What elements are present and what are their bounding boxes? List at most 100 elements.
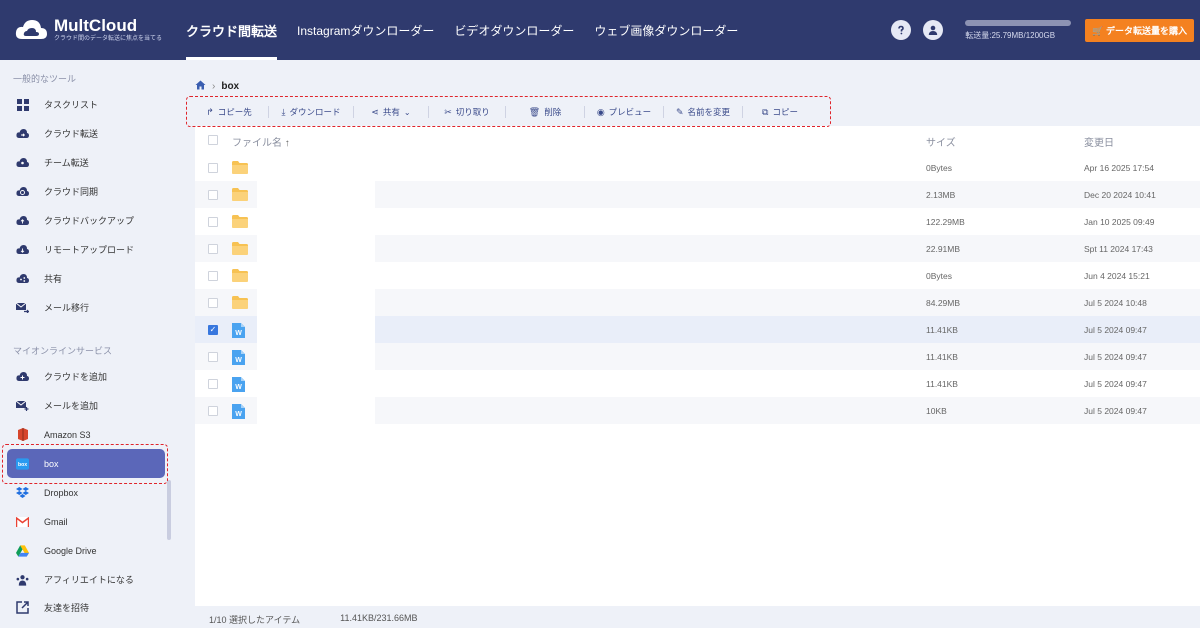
- column-header-name[interactable]: ファイル名 ↑: [232, 134, 290, 149]
- buy-transfer-button[interactable]: 🛒 データ転送量を購入: [1085, 18, 1194, 42]
- svg-text:W: W: [235, 330, 242, 337]
- svg-text:W: W: [235, 384, 242, 391]
- sidebar-item-cloud-backup[interactable]: クラウドバックアップ: [0, 206, 172, 235]
- sidebar-item-cloud-sync[interactable]: クラウド同期: [0, 177, 172, 206]
- sidebar-item-affiliate[interactable]: アフィリエイトになる: [0, 565, 172, 594]
- sidebar-item-add-mail[interactable]: メールを追加: [0, 391, 172, 420]
- file-size: 0Bytes: [926, 163, 952, 173]
- row-checkbox[interactable]: [208, 352, 218, 362]
- table-row[interactable]: W 10KB Jul 5 2024 09:47: [195, 397, 1200, 424]
- row-checkbox[interactable]: ✓: [208, 325, 218, 335]
- user-avatar-icon[interactable]: [923, 20, 944, 40]
- home-icon[interactable]: [195, 80, 206, 93]
- row-checkbox[interactable]: [208, 244, 218, 254]
- buy-label: データ転送量を購入: [1105, 25, 1187, 36]
- top-header: MultCloud クラウド間のデータ転送に焦点を当てる クラウド間転送 Ins…: [0, 0, 1200, 60]
- table-row[interactable]: ✓ W 11.41KB Jul 5 2024 09:47: [195, 316, 1200, 343]
- file-size: 10KB: [926, 406, 947, 416]
- table-row[interactable]: 22.91MB Spt 11 2024 17:43: [195, 235, 1200, 262]
- word-file-icon: W: [232, 377, 245, 394]
- file-date: Jul 5 2024 09:47: [1084, 406, 1147, 416]
- highlight-box-toolbar: [186, 96, 831, 127]
- svg-text:W: W: [235, 357, 242, 364]
- file-name-redacted: [257, 154, 375, 181]
- sidebar-item-task-list[interactable]: タスクリスト: [0, 90, 172, 119]
- table-row[interactable]: 84.29MB Jul 5 2024 10:48: [195, 289, 1200, 316]
- table-row[interactable]: 122.29MB Jan 10 2025 09:49: [195, 208, 1200, 235]
- nav-video-downloader[interactable]: ビデオダウンローダー: [454, 0, 574, 60]
- sidebar-item-label: Amazon S3: [44, 429, 91, 440]
- word-file-icon: W: [232, 323, 245, 340]
- file-name-redacted: [257, 316, 375, 343]
- usage-text: 転送量:25.79MB/1200GB: [965, 30, 1056, 40]
- row-checkbox[interactable]: [208, 271, 218, 281]
- selection-size: 11.41KB/231.66MB: [340, 613, 418, 623]
- file-size: 122.29MB: [926, 217, 965, 227]
- table-row[interactable]: 2.13MB Dec 20 2024 10:41: [195, 181, 1200, 208]
- row-checkbox[interactable]: [208, 298, 218, 308]
- folder-icon: [232, 215, 248, 230]
- file-size: 84.29MB: [926, 298, 961, 308]
- help-icon[interactable]: [891, 20, 912, 40]
- sidebar-item-invite[interactable]: 友達を招待: [0, 593, 172, 622]
- cloud-backup-icon: [16, 214, 29, 227]
- file-date: Jul 5 2024 09:47: [1084, 352, 1147, 362]
- sidebar-item-mail-migration[interactable]: メール移行: [0, 293, 172, 322]
- file-date: Jan 10 2025 09:49: [1084, 217, 1155, 227]
- gmail-icon: [16, 515, 29, 528]
- sidebar-item-team-transfer[interactable]: チーム転送: [0, 148, 172, 177]
- row-checkbox[interactable]: [208, 406, 218, 416]
- mail-migration-icon: [16, 301, 29, 314]
- logo-cloud-icon: [14, 17, 48, 43]
- affiliate-icon: [16, 573, 29, 586]
- sidebar-item-gmail[interactable]: Gmail: [0, 507, 172, 536]
- section-general-tools: 一般的なツール: [13, 74, 77, 84]
- row-checkbox[interactable]: [208, 163, 218, 173]
- select-all-checkbox[interactable]: [208, 135, 218, 145]
- dropbox-icon: [16, 486, 29, 499]
- row-checkbox[interactable]: [208, 379, 218, 389]
- share-icon: [16, 272, 29, 285]
- sidebar-item-cloud-transfer[interactable]: クラウド転送: [0, 119, 172, 148]
- table-row[interactable]: W 11.41KB Jul 5 2024 09:47: [195, 370, 1200, 397]
- sidebar: 一般的なツール タスクリスト クラウド転送 チーム転送 クラウド同期 クラウドバ…: [0, 60, 172, 628]
- file-name-redacted: [257, 289, 375, 316]
- file-name-redacted: [257, 208, 375, 235]
- logo-tagline: クラウド間のデータ転送に焦点を当てる: [54, 35, 163, 42]
- sidebar-item-label: Dropbox: [44, 487, 79, 498]
- sidebar-item-share[interactable]: 共有: [0, 264, 172, 293]
- column-name-label: ファイル名: [232, 138, 282, 149]
- file-name-redacted: [257, 343, 375, 370]
- sidebar-item-label: メールを追加: [44, 401, 99, 411]
- nav-web-image-downloader[interactable]: ウェブ画像ダウンローダー: [594, 0, 738, 60]
- sidebar-item-label: アフィリエイトになる: [44, 575, 134, 585]
- nav-cloud-transfer[interactable]: クラウド間転送: [186, 0, 278, 60]
- table-row[interactable]: W 11.41KB Jul 5 2024 09:47: [195, 343, 1200, 370]
- status-footer: 1/10 選択したアイテム 11.41KB/231.66MB: [209, 613, 418, 626]
- section-online-services: マイオンラインサービス: [13, 346, 113, 356]
- folder-icon: [232, 296, 248, 311]
- main-panel: › box ↱ コピー先 ⤓ ダウンロード ⋖ 共有 ⌄ ✂ 切り取り 🗑 削除 ◉ プレビュ…: [185, 70, 1200, 628]
- column-header-date[interactable]: 変更日: [1084, 134, 1114, 149]
- row-checkbox[interactable]: [208, 190, 218, 200]
- sidebar-item-add-cloud[interactable]: クラウドを追加: [0, 362, 172, 391]
- highlight-box-sidebar: [2, 444, 168, 484]
- sidebar-item-google-drive[interactable]: Google Drive: [0, 536, 172, 565]
- team-transfer-icon: [16, 156, 29, 169]
- nav-instagram-downloader[interactable]: Instagramダウンローダー: [297, 0, 434, 60]
- sidebar-item-remote-upload[interactable]: リモートアップロード: [0, 235, 172, 264]
- row-checkbox[interactable]: [208, 217, 218, 227]
- file-date: Jul 5 2024 09:47: [1084, 379, 1147, 389]
- usage-bar: [965, 19, 1072, 26]
- file-date: Apr 16 2025 17:54: [1084, 163, 1154, 173]
- sidebar-scrollbar[interactable]: [167, 480, 171, 540]
- table-row[interactable]: 0Bytes Apr 16 2025 17:54: [195, 154, 1200, 181]
- column-header-size[interactable]: サイズ: [926, 134, 956, 149]
- remote-upload-icon: [16, 243, 29, 256]
- add-mail-icon: [16, 399, 29, 412]
- grid-icon: [16, 98, 29, 111]
- table-row[interactable]: 0Bytes Jun 4 2024 15:21: [195, 262, 1200, 289]
- file-name-redacted: [257, 262, 375, 289]
- file-size: 11.41KB: [926, 325, 958, 335]
- logo[interactable]: MultCloud クラウド間のデータ転送に焦点を当てる: [0, 16, 172, 44]
